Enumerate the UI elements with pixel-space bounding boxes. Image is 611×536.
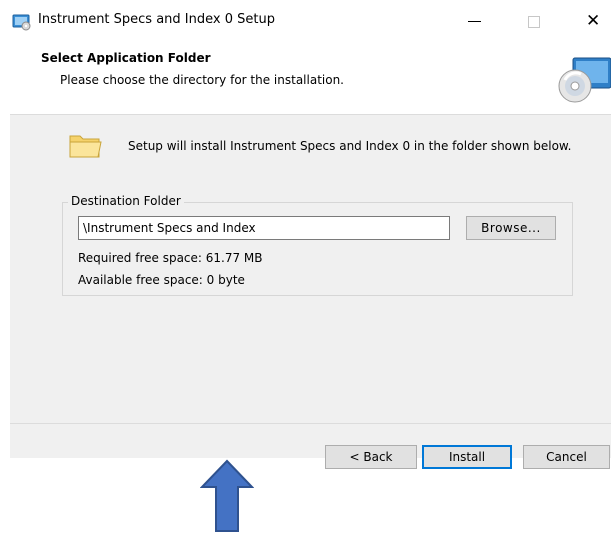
maximize-button[interactable] [528, 16, 540, 28]
close-button[interactable]: ✕ [586, 10, 602, 32]
install-cd-icon [555, 54, 611, 106]
setup-window: Instrument Specs and Index 0 Setup ✕ Sel… [10, 0, 611, 469]
browse-button[interactable]: Browse... [466, 216, 556, 240]
install-button[interactable]: Install [422, 445, 512, 469]
wizard-header: Select Application Folder Please choose … [10, 44, 611, 115]
page-subtitle: Please choose the directory for the inst… [60, 73, 344, 87]
setup-app-icon [12, 12, 32, 32]
cancel-button[interactable]: Cancel [523, 445, 610, 469]
up-arrow-annotation [199, 459, 255, 533]
footer-divider [10, 423, 611, 424]
back-button[interactable]: < Back [325, 445, 417, 469]
destination-group-label: Destination Folder [68, 194, 184, 208]
required-space-text: Required free space: 61.77 MB [78, 251, 263, 265]
folder-icon [68, 130, 102, 160]
page-title: Select Application Folder [41, 51, 211, 65]
available-space-text: Available free space: 0 byte [78, 273, 245, 287]
destination-path-input[interactable] [78, 216, 450, 240]
intro-text: Setup will install Instrument Specs and … [128, 139, 572, 153]
title-bar: Instrument Specs and Index 0 Setup ✕ [10, 0, 611, 44]
window-title: Instrument Specs and Index 0 Setup [38, 12, 275, 27]
